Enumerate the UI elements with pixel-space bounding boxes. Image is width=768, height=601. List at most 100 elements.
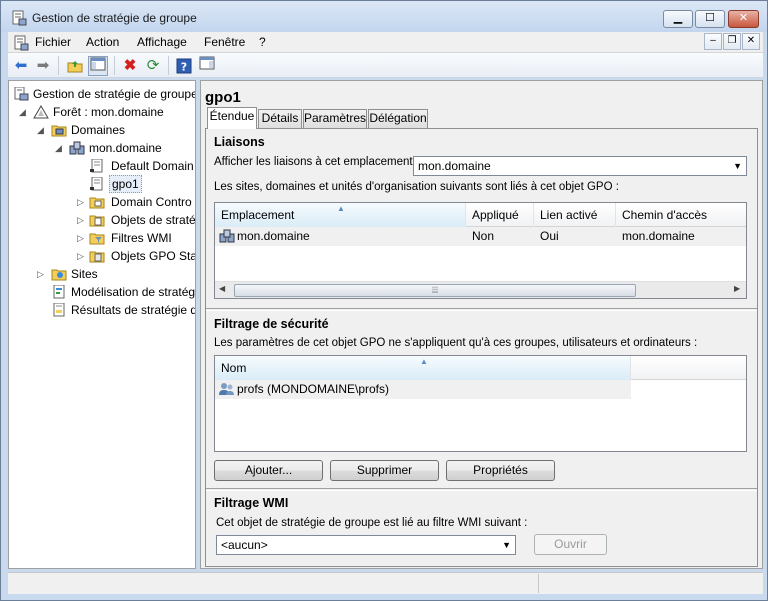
expand-arrow-icon[interactable]: ▷	[77, 229, 87, 247]
document-icon[interactable]	[13, 35, 29, 51]
gpmc-icon	[14, 87, 29, 101]
links-description: Les sites, domaines et unités d'organisa…	[214, 181, 619, 193]
tab-panel-etendue: Liaisons Afficher les liaisons à cet emp…	[205, 128, 758, 567]
security-list-header: ▲ Nom	[215, 356, 746, 380]
minimize-button[interactable]: ▁	[663, 10, 693, 28]
cell-enabled: Oui	[540, 229, 559, 243]
results-icon	[53, 303, 65, 317]
gpo-link-icon	[90, 159, 103, 173]
column-chemin-acces[interactable]: Chemin d'accès	[616, 203, 746, 227]
toolbar-separator	[168, 56, 169, 75]
wmi-filter-dropdown[interactable]: <aucun> ▼	[216, 535, 516, 555]
gpmc-app-icon	[12, 10, 27, 26]
remove-button[interactable]: Supprimer	[330, 460, 439, 481]
toolbar-separator	[114, 56, 115, 75]
close-button[interactable]: ✕	[728, 10, 759, 28]
status-panel	[538, 574, 763, 593]
expand-arrow-icon[interactable]: ▷	[77, 211, 87, 229]
mdi-minimize-button[interactable]: –	[704, 33, 722, 50]
title-bar[interactable]: Gestion de stratégie de groupe ▁ ☐ ✕	[1, 1, 767, 32]
links-section-title: Liaisons	[214, 135, 265, 149]
delete-icon[interactable]: ✖	[120, 56, 140, 76]
menu-affichage[interactable]: Affichage	[137, 35, 187, 49]
location-label: Afficher les liaisons à cet emplacement …	[214, 156, 419, 168]
tab-parametres[interactable]: Paramètres	[303, 109, 367, 128]
gpo-title: gpo1	[205, 89, 241, 106]
collapse-arrow-icon[interactable]: ◢	[55, 139, 65, 157]
tab-etendue[interactable]: Étendue	[207, 107, 257, 129]
ou-icon	[89, 197, 105, 209]
modeling-icon	[53, 285, 65, 299]
toolbar-separator	[58, 56, 59, 75]
show-hide-tree-icon[interactable]	[88, 56, 108, 76]
window-frame: Gestion de stratégie de groupe ▁ ☐ ✕ Fic…	[0, 0, 768, 601]
gpo-folder-icon	[89, 215, 105, 227]
refresh-icon[interactable]: ⟳	[143, 56, 163, 76]
scroll-right-icon[interactable]: ▶	[734, 284, 740, 293]
sites-icon	[51, 269, 67, 281]
mdi-restore-button[interactable]: ❐	[723, 33, 741, 50]
sort-ascending-icon: ▲	[420, 357, 428, 366]
location-value: mon.domaine	[418, 159, 491, 173]
security-section-title: Filtrage de sécurité	[214, 317, 329, 331]
toolbar: ⬅ ➡ ✖ ⟳ ?	[8, 53, 763, 78]
menu-help[interactable]: ?	[259, 35, 266, 49]
domain-icon	[219, 229, 235, 243]
wmi-description: Cet objet de stratégie de groupe est lié…	[216, 517, 528, 529]
up-folder-icon[interactable]	[65, 56, 85, 76]
menu-fenetre[interactable]: Fenêtre	[204, 35, 245, 49]
forward-icon[interactable]: ➡	[33, 56, 53, 76]
domains-icon	[51, 125, 67, 137]
location-dropdown[interactable]: mon.domaine ▼	[413, 156, 747, 176]
table-row[interactable]: profs (MONDOMAINE\profs)	[215, 380, 631, 399]
links-list-header: ▲ Emplacement Appliqué Lien activé Chemi…	[215, 203, 746, 227]
console-tree[interactable]: Gestion de stratégie de groupe ◢ Forêt :…	[8, 80, 196, 569]
menu-fichier[interactable]: Fichier	[35, 35, 71, 49]
expand-arrow-icon[interactable]: ▷	[77, 247, 87, 265]
starter-gpo-icon	[89, 251, 105, 263]
column-applique[interactable]: Appliqué	[466, 203, 534, 227]
chevron-down-icon: ▼	[502, 540, 511, 550]
wmi-folder-icon	[89, 233, 105, 245]
details-pane: gpo1 Étendue Détails Paramètres Délégati…	[200, 80, 763, 569]
tab-details[interactable]: Détails	[258, 109, 302, 128]
expand-arrow-icon[interactable]: ▷	[37, 265, 47, 283]
links-list[interactable]: ▲ Emplacement Appliqué Lien activé Chemi…	[214, 202, 747, 299]
group-icon	[219, 383, 234, 395]
cell-enforced: Non	[472, 229, 495, 243]
table-row[interactable]: mon.domaine Non Oui mon.domaine	[215, 227, 746, 246]
maximize-button[interactable]: ☐	[695, 10, 725, 28]
collapse-arrow-icon[interactable]: ◢	[37, 121, 47, 139]
column-nom[interactable]: ▲ Nom	[215, 356, 631, 380]
mdi-close-button[interactable]: ✕	[742, 33, 760, 50]
security-list[interactable]: ▲ Nom profs (MONDOMAINE\profs)	[214, 355, 747, 452]
domain-icon	[69, 141, 85, 155]
expand-arrow-icon[interactable]: ▷	[77, 193, 87, 211]
links-horizontal-scrollbar[interactable]: ◀ ⦙⦙⦙ ▶	[215, 281, 746, 298]
wmi-section-title: Filtrage WMI	[214, 496, 289, 510]
menu-action[interactable]: Action	[86, 35, 119, 49]
action-pane-icon[interactable]	[197, 56, 217, 76]
column-emplacement[interactable]: ▲ Emplacement	[215, 203, 466, 227]
gpo-link-icon	[90, 177, 103, 191]
scrollbar-thumb[interactable]: ⦙⦙⦙	[234, 284, 636, 297]
tab-delegation[interactable]: Délégation	[368, 109, 428, 128]
window-title: Gestion de stratégie de groupe	[32, 11, 197, 25]
forest-icon	[33, 105, 49, 119]
status-bar	[8, 572, 763, 594]
help-icon[interactable]: ?	[174, 56, 194, 76]
open-button[interactable]: Ouvrir	[534, 534, 607, 555]
svg-text:?: ?	[181, 61, 187, 74]
column-lien-active[interactable]: Lien activé	[534, 203, 616, 227]
add-button[interactable]: Ajouter...	[214, 460, 323, 481]
back-icon[interactable]: ⬅	[11, 56, 31, 76]
scroll-left-icon[interactable]: ◀	[219, 284, 225, 293]
cell-security-name: profs (MONDOMAINE\profs)	[237, 382, 390, 396]
security-description: Les paramètres de cet objet GPO ne s'app…	[214, 337, 698, 349]
cell-path: mon.domaine	[622, 229, 695, 243]
section-divider	[206, 308, 757, 311]
chevron-down-icon: ▼	[733, 161, 742, 171]
collapse-arrow-icon[interactable]: ◢	[19, 103, 29, 121]
wmi-filter-value: <aucun>	[221, 538, 268, 552]
properties-button[interactable]: Propriétés	[446, 460, 555, 481]
